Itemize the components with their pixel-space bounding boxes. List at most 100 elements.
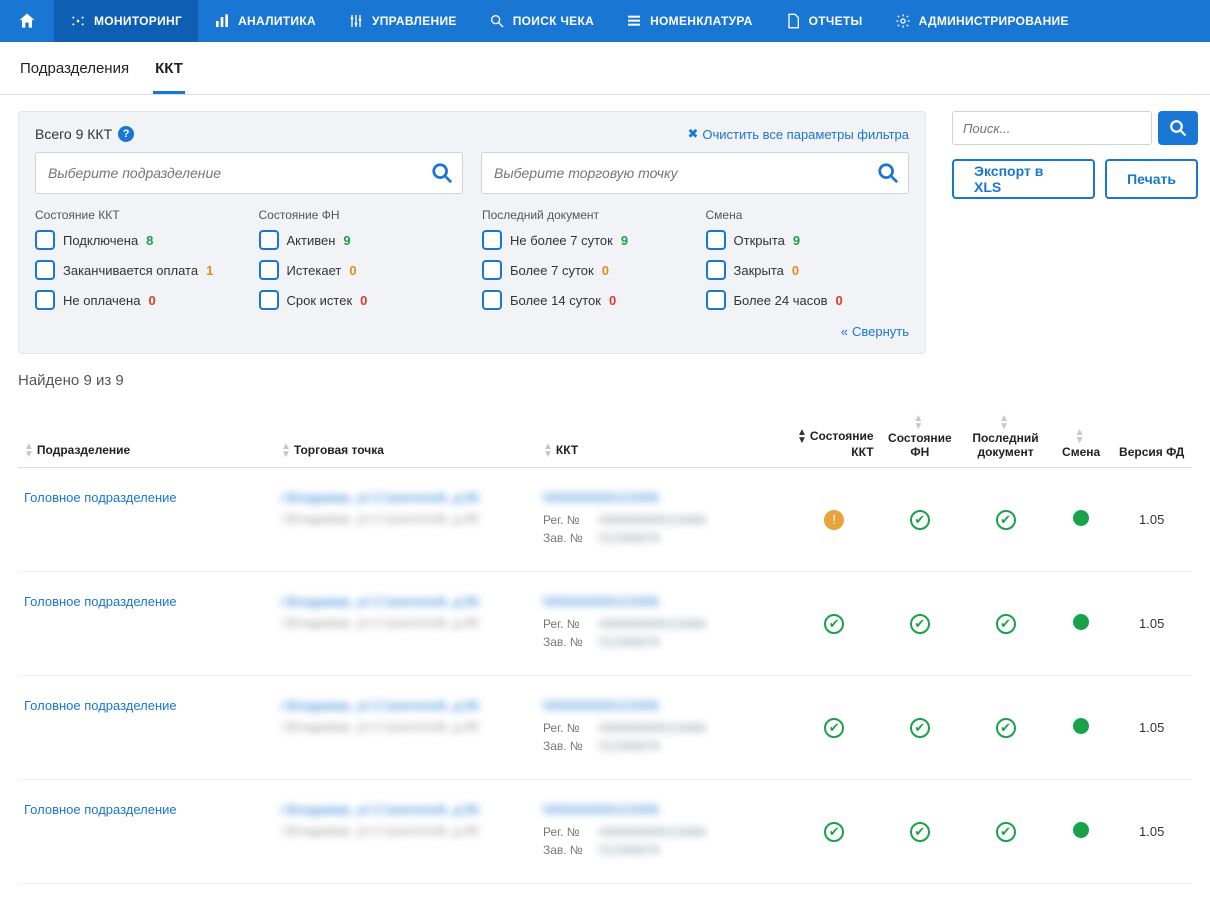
filter-checkbox-row[interactable]: Не оплачена 0: [35, 290, 239, 310]
sort-icon[interactable]: ▲▼: [1075, 429, 1085, 445]
col-kkt[interactable]: ККТ: [556, 443, 578, 457]
filter-label: Более 24 часов: [734, 293, 828, 308]
reg-label: Рег. №: [543, 825, 599, 839]
search-icon[interactable]: [422, 162, 462, 184]
point-link[interactable]: г.Владимир, ул.Строителей, д.96: [281, 802, 531, 817]
sort-icon[interactable]: ▲▼: [913, 415, 923, 431]
filter-label: Не более 7 суток: [510, 233, 613, 248]
checkbox[interactable]: [259, 290, 279, 310]
checkbox[interactable]: [482, 290, 502, 310]
analytics-icon: [214, 13, 230, 29]
dept-link[interactable]: Головное подразделение: [24, 594, 177, 609]
reg-value: 0000000000123456: [599, 825, 706, 839]
help-icon[interactable]: ?: [118, 126, 134, 142]
filter-checkbox-row[interactable]: Подключена 8: [35, 230, 239, 250]
print-button[interactable]: Печать: [1105, 159, 1198, 199]
point-sub: г.Владимир, ул.Строителей, д.96: [281, 719, 531, 734]
dept-link[interactable]: Головное подразделение: [24, 698, 177, 713]
kkt-link[interactable]: 0000000000123456: [543, 802, 783, 817]
monitoring-icon: [70, 13, 86, 29]
nav-monitoring[interactable]: МОНИТОРИНГ: [54, 0, 198, 42]
status-dot-icon: [1073, 614, 1089, 630]
nav-label: АНАЛИТИКА: [238, 14, 316, 28]
filter-count: 0: [836, 293, 843, 308]
nav-reports[interactable]: ОТЧЕТЫ: [769, 0, 879, 42]
filter-checkbox-row[interactable]: Срок истек 0: [259, 290, 463, 310]
filter-checkbox-row[interactable]: Активен 9: [259, 230, 463, 250]
checkbox[interactable]: [706, 290, 726, 310]
col-state-kkt[interactable]: Состояние ККТ: [810, 429, 874, 459]
status-ok-icon: ✔: [824, 718, 844, 738]
filter-count: 0: [609, 293, 616, 308]
tab-kkt[interactable]: ККТ: [153, 42, 185, 94]
kkt-link[interactable]: 0000000000123456: [543, 594, 783, 609]
checkbox[interactable]: [259, 230, 279, 250]
kkt-link[interactable]: 0000000000123456: [543, 490, 783, 505]
filter-label: Не оплачена: [63, 293, 140, 308]
checkbox[interactable]: [35, 290, 55, 310]
col-dept[interactable]: Подразделение: [37, 443, 130, 457]
checkbox[interactable]: [259, 260, 279, 280]
tab-departments[interactable]: Подразделения: [18, 42, 131, 94]
search-icon[interactable]: [868, 162, 908, 184]
global-search-input[interactable]: [952, 111, 1152, 145]
sort-icon[interactable]: ▲▼: [24, 443, 34, 459]
checkbox[interactable]: [35, 230, 55, 250]
checkbox[interactable]: [482, 260, 502, 280]
nav-management[interactable]: УПРАВЛЕНИЕ: [332, 0, 473, 42]
nav-label: АДМИНИСТРИРОВАНИЕ: [919, 14, 1069, 28]
checkbox[interactable]: [706, 230, 726, 250]
filter-checkbox-row[interactable]: Более 7 суток 0: [482, 260, 686, 280]
filter-checkbox-row[interactable]: Более 14 суток 0: [482, 290, 686, 310]
nav-nomenclature[interactable]: НОМЕНКЛАТУРА: [610, 0, 769, 42]
point-link[interactable]: г.Владимир, ул.Строителей, д.96: [281, 490, 531, 505]
search-icon: [1169, 119, 1187, 137]
home-button[interactable]: [0, 0, 54, 42]
col-last-doc[interactable]: Последний документ: [972, 431, 1038, 459]
checkbox[interactable]: [35, 260, 55, 280]
nav-label: МОНИТОРИНГ: [94, 14, 182, 28]
checkbox[interactable]: [706, 260, 726, 280]
col-point[interactable]: Торговая точка: [294, 443, 384, 457]
global-search-button[interactable]: [1158, 111, 1198, 145]
filter-count: 9: [793, 233, 800, 248]
kkt-link[interactable]: 0000000000123456: [543, 698, 783, 713]
filter-checkbox-row[interactable]: Заканчивается оплата 1: [35, 260, 239, 280]
filter-count: 0: [148, 293, 155, 308]
filter-count: 0: [602, 263, 609, 278]
checkbox[interactable]: [482, 230, 502, 250]
list-icon: [626, 13, 642, 29]
document-icon: [785, 13, 801, 29]
filter-checkbox-row[interactable]: Открыта 9: [706, 230, 910, 250]
results-area: Найдено 9 из 9 ▲▼Подразделение ▲▼Торгова…: [0, 354, 1210, 914]
sort-icon[interactable]: ▲▼: [281, 443, 291, 459]
sort-icon[interactable]: ▲▼: [999, 415, 1009, 431]
export-xls-button[interactable]: Экспорт в XLS: [952, 159, 1095, 199]
col-fd-version[interactable]: Версия ФД: [1119, 445, 1184, 459]
point-select[interactable]: [481, 152, 909, 194]
dept-link[interactable]: Головное подразделение: [24, 490, 177, 505]
dept-input[interactable]: [36, 165, 422, 181]
filter-checkbox-row[interactable]: Закрыта 0: [706, 260, 910, 280]
dept-select[interactable]: [35, 152, 463, 194]
filter-checkbox-row[interactable]: Истекает 0: [259, 260, 463, 280]
nav-analytics[interactable]: АНАЛИТИКА: [198, 0, 332, 42]
sort-icon[interactable]: ▲▼: [797, 429, 807, 445]
point-input[interactable]: [482, 165, 868, 181]
filter-group: СменаОткрыта 9Закрыта 0Более 24 часов 0«…: [706, 208, 910, 339]
filter-label: Срок истек: [287, 293, 353, 308]
sort-icon[interactable]: ▲▼: [543, 443, 553, 459]
col-state-fn[interactable]: Состояние ФН: [888, 431, 952, 459]
filter-checkbox-row[interactable]: Более 24 часов 0: [706, 290, 910, 310]
clear-filters-link[interactable]: ✖ Очистить все параметры фильтра: [687, 126, 909, 142]
collapse-link[interactable]: « Свернуть: [841, 324, 909, 339]
nav-search-receipt[interactable]: ПОИСК ЧЕКА: [473, 0, 610, 42]
filter-group-title: Последний документ: [482, 208, 686, 222]
col-shift[interactable]: Смена: [1062, 445, 1100, 459]
point-link[interactable]: г.Владимир, ул.Строителей, д.96: [281, 594, 531, 609]
close-icon: ✖: [687, 126, 698, 142]
dept-link[interactable]: Головное подразделение: [24, 802, 177, 817]
filter-checkbox-row[interactable]: Не более 7 суток 9: [482, 230, 686, 250]
point-link[interactable]: г.Владимир, ул.Строителей, д.96: [281, 698, 531, 713]
nav-admin[interactable]: АДМИНИСТРИРОВАНИЕ: [879, 0, 1085, 42]
